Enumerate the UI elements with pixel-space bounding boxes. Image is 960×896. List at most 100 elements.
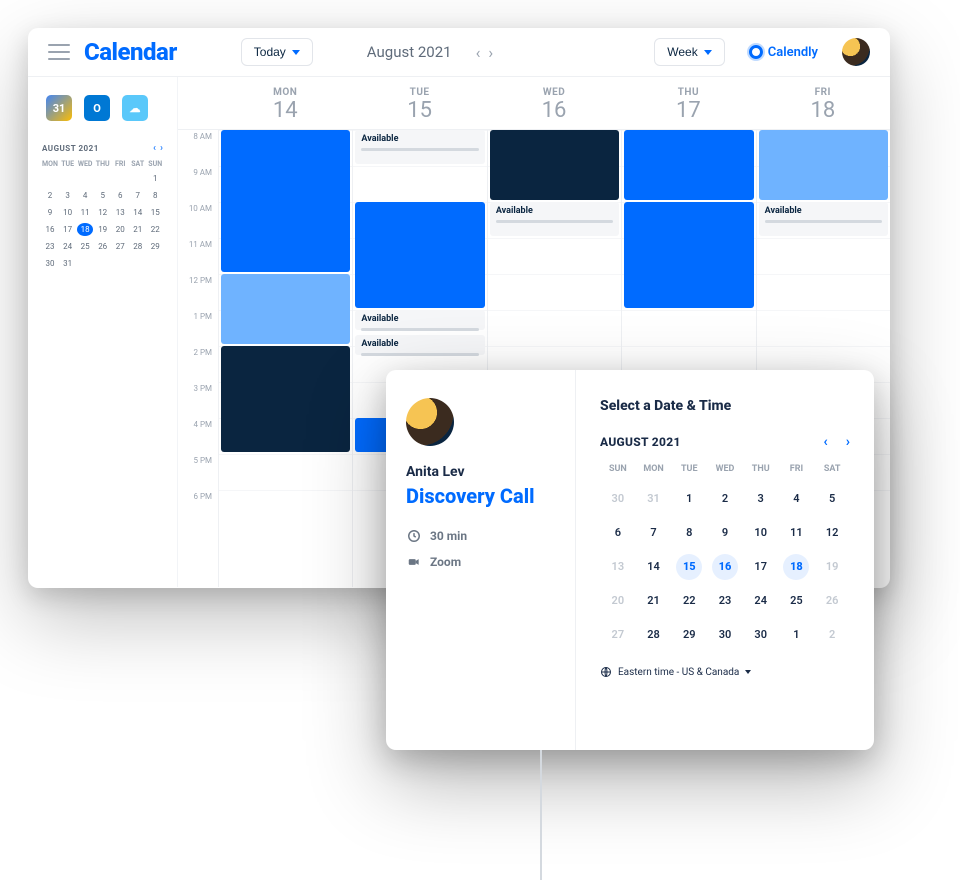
mini-day[interactable]: 7 (130, 189, 146, 202)
mini-day[interactable]: 15 (147, 206, 163, 219)
calendar-event[interactable] (221, 130, 350, 272)
timezone-row[interactable]: Eastern time - US & Canada (600, 666, 850, 678)
mini-day[interactable] (130, 257, 146, 270)
pop-day[interactable]: 12 (819, 520, 845, 546)
mini-day[interactable]: 12 (95, 206, 111, 219)
outlook-icon[interactable]: O (84, 95, 110, 121)
pop-day[interactable]: 1 (676, 486, 702, 512)
pop-day[interactable]: 11 (783, 520, 809, 546)
mini-day[interactable] (130, 172, 146, 185)
pop-day[interactable]: 31 (641, 486, 667, 512)
calendly-badge[interactable]: Calendly (749, 45, 818, 60)
google-calendar-icon[interactable]: 31 (46, 95, 72, 121)
cloud-icon[interactable]: ☁ (122, 95, 148, 121)
mini-day[interactable]: 11 (77, 206, 93, 219)
mini-day[interactable] (77, 172, 93, 185)
pop-day[interactable]: 30 (748, 622, 774, 648)
pop-day[interactable]: 28 (641, 622, 667, 648)
mini-day[interactable]: 26 (95, 240, 111, 253)
mini-day[interactable]: 29 (147, 240, 163, 253)
mini-day[interactable]: 14 (130, 206, 146, 219)
mini-day[interactable]: 5 (95, 189, 111, 202)
mini-day[interactable]: 23 (42, 240, 58, 253)
mini-day[interactable]: 10 (60, 206, 76, 219)
mini-day[interactable]: 13 (112, 206, 128, 219)
pop-day[interactable]: 19 (819, 554, 845, 580)
mini-day[interactable]: 28 (130, 240, 146, 253)
pop-day[interactable]: 5 (819, 486, 845, 512)
pop-day[interactable]: 10 (748, 520, 774, 546)
avatar[interactable] (842, 38, 870, 66)
mini-day[interactable]: 16 (42, 223, 58, 236)
pop-day[interactable]: 15 (676, 554, 702, 580)
mini-day[interactable]: 1 (147, 172, 163, 185)
mini-day[interactable] (95, 257, 111, 270)
prev-month-button[interactable]: ‹ (476, 43, 481, 62)
menu-icon[interactable] (48, 44, 70, 60)
calendar-event[interactable]: Available (355, 310, 484, 330)
mini-day[interactable]: 2 (42, 189, 58, 202)
mini-next-button[interactable]: › (160, 143, 163, 154)
calendar-event[interactable]: Available (355, 335, 484, 355)
pop-day[interactable]: 22 (676, 588, 702, 614)
calendar-event[interactable] (624, 202, 753, 308)
calendar-event[interactable]: Available (759, 202, 888, 236)
pop-day[interactable]: 25 (783, 588, 809, 614)
calendar-event[interactable] (490, 130, 619, 200)
pop-day[interactable]: 21 (641, 588, 667, 614)
mini-day[interactable] (112, 257, 128, 270)
calendar-event[interactable] (221, 274, 350, 344)
calendar-event[interactable] (759, 130, 888, 200)
pop-day[interactable]: 8 (676, 520, 702, 546)
pop-day[interactable]: 7 (641, 520, 667, 546)
mini-day[interactable]: 24 (60, 240, 76, 253)
mini-day[interactable]: 19 (95, 223, 111, 236)
pop-day[interactable]: 20 (605, 588, 631, 614)
mini-day[interactable]: 22 (147, 223, 163, 236)
pop-prev-button[interactable]: ‹ (823, 434, 827, 450)
mini-day[interactable]: 6 (112, 189, 128, 202)
mini-day[interactable] (42, 172, 58, 185)
pop-day[interactable]: 16 (712, 554, 738, 580)
pop-day[interactable]: 1 (783, 622, 809, 648)
mini-day[interactable] (60, 172, 76, 185)
mini-day[interactable] (95, 172, 111, 185)
calendar-event[interactable]: Available (490, 202, 619, 236)
mini-day[interactable]: 18 (77, 223, 93, 236)
calendar-event[interactable]: Available (355, 130, 484, 164)
mini-day[interactable] (112, 172, 128, 185)
pop-day[interactable]: 3 (748, 486, 774, 512)
pop-day[interactable]: 18 (783, 554, 809, 580)
pop-day[interactable]: 14 (641, 554, 667, 580)
mini-day[interactable]: 8 (147, 189, 163, 202)
pop-day[interactable]: 27 (605, 622, 631, 648)
calendar-event[interactable] (355, 202, 484, 308)
mini-day[interactable]: 30 (42, 257, 58, 270)
mini-day[interactable]: 17 (60, 223, 76, 236)
pop-day[interactable]: 13 (605, 554, 631, 580)
pop-day[interactable]: 4 (783, 486, 809, 512)
pop-day[interactable]: 24 (748, 588, 774, 614)
next-month-button[interactable]: › (488, 43, 493, 62)
pop-day[interactable]: 2 (712, 486, 738, 512)
mini-day[interactable]: 9 (42, 206, 58, 219)
pop-day[interactable]: 29 (676, 622, 702, 648)
pop-day[interactable]: 23 (712, 588, 738, 614)
calendar-event[interactable] (221, 346, 350, 452)
mini-day[interactable]: 27 (112, 240, 128, 253)
calendar-event[interactable] (624, 130, 753, 200)
pop-day[interactable]: 30 (712, 622, 738, 648)
pop-day[interactable]: 2 (819, 622, 845, 648)
mini-day[interactable]: 21 (130, 223, 146, 236)
mini-day[interactable]: 31 (60, 257, 76, 270)
mini-day[interactable] (147, 257, 163, 270)
pop-day[interactable]: 26 (819, 588, 845, 614)
mini-day[interactable]: 25 (77, 240, 93, 253)
pop-day[interactable]: 6 (605, 520, 631, 546)
pop-day[interactable]: 9 (712, 520, 738, 546)
mini-prev-button[interactable]: ‹ (153, 143, 156, 154)
pop-next-button[interactable]: › (846, 434, 850, 450)
pop-day[interactable]: 30 (605, 486, 631, 512)
pop-day[interactable]: 17 (748, 554, 774, 580)
mini-day[interactable] (77, 257, 93, 270)
